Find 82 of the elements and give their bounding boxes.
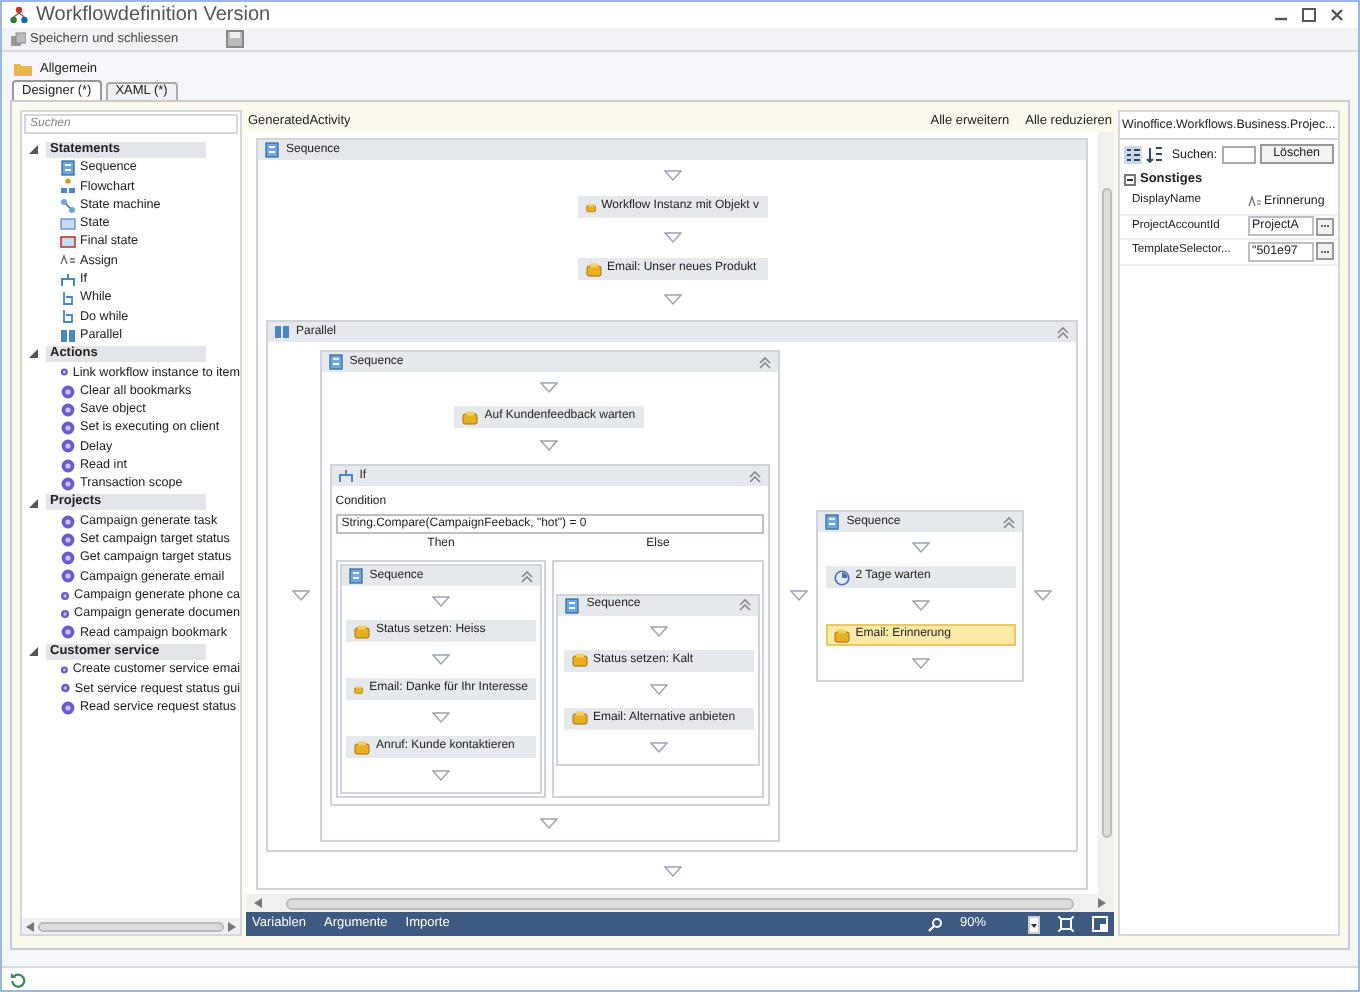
collapse-chevron-icon [757,355,772,369]
overview-icon[interactable] [1092,916,1108,932]
close-icon[interactable] [1330,8,1344,22]
sequence-icon [60,159,76,176]
collapse-caret-icon[interactable] [28,348,38,359]
collapse-chevron-icon [747,469,762,483]
activity-icon [833,627,850,643]
sequence-icon [264,142,280,158]
activity-icon [462,409,479,425]
drop-arrow-icon [540,818,559,830]
clock-icon [833,569,850,585]
refresh-icon[interactable] [10,971,26,987]
sequence-icon [327,354,344,370]
scroll-right-icon[interactable] [1098,898,1106,908]
activity-icon [571,710,587,726]
vertical-scrollbar[interactable] [1098,132,1114,894]
flowchart-icon [60,178,76,195]
drop-arrow-icon [649,625,667,637]
collapse-chevron-icon [520,569,535,583]
drop-arrow-icon [649,741,667,753]
activity-icon [354,623,370,639]
collapse-chevron-icon [737,598,752,612]
collapse-caret-icon[interactable] [28,144,38,155]
activity-icon [571,652,587,668]
activity-icon [585,199,596,215]
collapse-chevron-icon [1056,325,1070,339]
sequence-container[interactable] [319,350,780,842]
scroll-left-icon[interactable] [26,921,34,931]
drop-arrow-icon [540,382,559,394]
parallel-icon [60,327,76,344]
collapse-icon[interactable] [1124,174,1136,187]
state-machine-icon [60,197,76,214]
drop-arrow-icon [663,294,681,306]
drop-arrow-icon [911,542,930,554]
categorized-view-icon[interactable] [1124,145,1142,164]
activity-icon [354,739,370,755]
scroll-right-icon[interactable] [228,921,236,931]
collapse-caret-icon[interactable] [28,646,38,657]
workflow-icon [10,6,28,24]
state-icon [60,215,76,232]
search-icon[interactable] [927,917,942,931]
sequence-icon [564,597,581,613]
folder-icon [14,62,32,76]
fit-to-screen-icon[interactable] [1058,916,1074,932]
drop-arrow-icon [432,712,450,724]
branch-icon [337,468,354,484]
drop-arrow-icon [540,440,559,452]
drop-arrow-icon [663,232,681,244]
save-icon [10,31,26,47]
horizontal-scrollbar[interactable] [246,894,1114,912]
maximize-icon[interactable] [1302,8,1316,22]
drop-arrow-icon [663,866,681,878]
drop-arrow-icon [663,170,681,182]
ellipsis-button[interactable] [1316,242,1334,261]
drop-arrow-icon [1034,590,1052,602]
drop-arrow-icon [911,600,930,612]
branch-icon [60,271,76,288]
sequence-icon [347,568,364,584]
final-state-icon [60,234,76,251]
drop-arrow-icon [432,770,450,782]
drop-arrow-icon [292,590,310,602]
drop-arrow-icon [789,590,807,602]
properties-search-field[interactable] [1221,145,1256,164]
activity-icon [585,261,601,277]
parallel-icon [274,324,290,340]
drop-arrow-icon [911,658,930,670]
drop-arrow-icon [432,654,450,666]
if-container[interactable] [329,464,770,806]
ellipsis-button[interactable] [1316,217,1334,236]
drop-arrow-icon [649,683,667,695]
horizontal-scrollbar[interactable] [22,918,240,934]
assign-icon [60,252,76,269]
sequence-icon [824,514,841,530]
expression-icon [1248,194,1262,209]
scroll-left-icon[interactable] [254,898,262,908]
sort-alphabetical-icon[interactable] [1145,145,1164,164]
activity-icon [354,681,364,697]
drop-arrow-icon [432,596,450,608]
dropdown-icon[interactable] [1028,915,1040,933]
collapse-chevron-icon [1002,515,1017,529]
window-title: Workflowdefinition Version [36,2,271,30]
collapse-caret-icon[interactable] [28,497,38,508]
